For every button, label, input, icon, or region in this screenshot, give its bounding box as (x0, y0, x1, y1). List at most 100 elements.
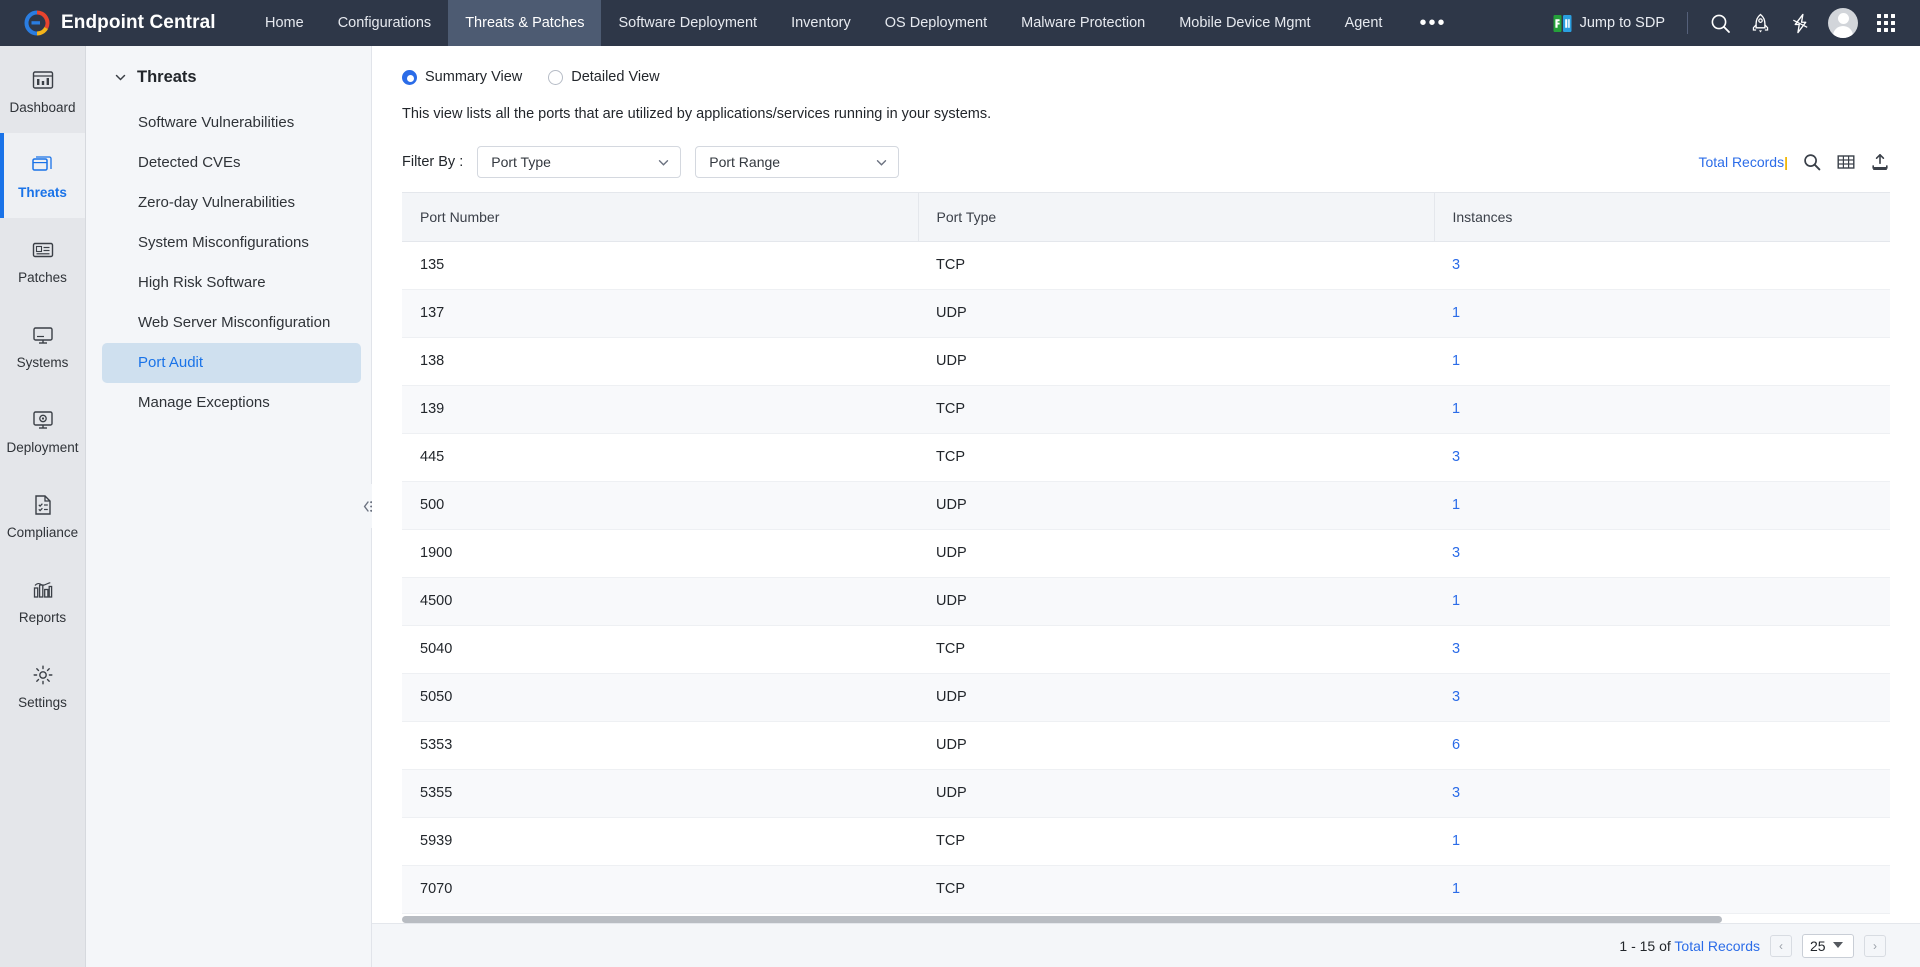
table-row[interactable]: 445 TCP 3 (402, 433, 1890, 482)
instances-link[interactable]: 1 (1452, 401, 1460, 417)
horizontal-scrollbar-thumb[interactable] (402, 915, 1722, 923)
table-row[interactable]: 1900 UDP 3 (402, 529, 1890, 578)
instances-link[interactable]: 3 (1452, 785, 1460, 801)
port-type-select[interactable]: Port Type (477, 146, 682, 179)
cell-port-number: 137 (402, 289, 918, 338)
port-range-select[interactable]: Port Range (695, 146, 900, 179)
export-icon[interactable] (1870, 152, 1890, 172)
instances-link[interactable]: 3 (1452, 257, 1460, 273)
rail-item-settings[interactable]: Settings (0, 643, 85, 728)
table-row[interactable]: 137 UDP 1 (402, 289, 1890, 338)
nav-item-agent[interactable]: Agent (1328, 0, 1400, 46)
rail-item-compliance[interactable]: Compliance (0, 473, 85, 558)
instances-link[interactable]: 3 (1452, 449, 1460, 465)
page-size-value: 25 (1810, 937, 1826, 954)
cell-instances: 1 (1434, 577, 1890, 626)
subnav-item-high-risk-software[interactable]: High Risk Software (102, 263, 361, 303)
horizontal-scrollbar[interactable] (402, 914, 1890, 924)
nav-item-mobile-device-mgmt[interactable]: Mobile Device Mgmt (1162, 0, 1327, 46)
instances-link[interactable]: 1 (1452, 593, 1460, 609)
total-records-link[interactable]: Total Records| (1698, 154, 1788, 170)
column-header-port-type[interactable]: Port Type (918, 193, 1435, 242)
rail-item-systems[interactable]: Systems (0, 303, 85, 388)
rail-item-dashboard[interactable]: Dashboard (0, 48, 85, 133)
table-row[interactable]: 138 UDP 1 (402, 337, 1890, 386)
subnav-item-software-vulnerabilities[interactable]: Software Vulnerabilities (102, 103, 361, 143)
pagination-prev-button[interactable]: ‹ (1770, 934, 1792, 957)
nav-item-software-deployment[interactable]: Software Deployment (601, 0, 774, 46)
rocket-icon[interactable] (1740, 3, 1780, 43)
instances-link[interactable]: 1 (1452, 881, 1460, 897)
column-settings-icon[interactable] (1836, 152, 1856, 172)
rail-label-compliance: Compliance (6, 524, 79, 540)
rail-label-threats: Threats (18, 184, 67, 200)
nav-item-threats-and-patches[interactable]: Threats & Patches (448, 0, 602, 46)
table-row[interactable]: 4500 UDP 1 (402, 577, 1890, 626)
systems-icon (30, 322, 56, 348)
subnav-item-detected-cves[interactable]: Detected CVEs (102, 143, 361, 183)
column-header-port-number[interactable]: Port Number (402, 193, 919, 242)
nav-more-icon[interactable]: ••• (1399, 0, 1466, 46)
cell-port-number: 445 (402, 433, 918, 482)
page-size-select[interactable]: 25 (1802, 933, 1854, 958)
table-row[interactable]: 5939 TCP 1 (402, 817, 1890, 866)
cell-instances: 1 (1434, 337, 1890, 386)
instances-link[interactable]: 1 (1452, 305, 1460, 321)
table-row[interactable]: 500 UDP 1 (402, 481, 1890, 530)
rail-item-patches[interactable]: Patches (0, 218, 85, 303)
instances-link[interactable]: 6 (1452, 737, 1460, 753)
radio-summary-view[interactable]: Summary View (402, 69, 522, 85)
table-row[interactable]: 5040 TCP 3 (402, 625, 1890, 674)
column-header-instances[interactable]: Instances (1434, 193, 1890, 242)
nav-item-configurations[interactable]: Configurations (321, 0, 449, 46)
subnav-item-zero-day-vulnerabilities[interactable]: Zero-day Vulnerabilities (102, 183, 361, 223)
cell-instances: 3 (1434, 769, 1890, 818)
apps-grid-icon[interactable] (1866, 3, 1906, 43)
rail-item-deployment[interactable]: Deployment (0, 388, 85, 473)
instances-link[interactable]: 1 (1452, 353, 1460, 369)
instances-link[interactable]: 3 (1452, 689, 1460, 705)
lightning-icon[interactable] (1780, 3, 1820, 43)
instances-link[interactable]: 1 (1452, 497, 1460, 513)
nav-item-os-deployment[interactable]: OS Deployment (868, 0, 1004, 46)
avatar[interactable] (1828, 8, 1858, 38)
instances-link[interactable]: 1 (1452, 833, 1460, 849)
instances-link[interactable]: 3 (1452, 641, 1460, 657)
radio-detailed-view[interactable]: Detailed View (548, 69, 660, 85)
nav-item-malware-protection[interactable]: Malware Protection (1004, 0, 1162, 46)
cell-port-number: 5050 (402, 673, 918, 722)
subnav-item-manage-exceptions[interactable]: Manage Exceptions (102, 383, 361, 423)
rail-item-reports[interactable]: Reports (0, 558, 85, 643)
cell-port-number: 500 (402, 481, 918, 530)
table-row[interactable]: 135 TCP 3 (402, 241, 1890, 290)
table-header-row: Port Number Port Type Instances (402, 193, 1890, 242)
rail-label-reports: Reports (18, 609, 67, 625)
nav-item-inventory[interactable]: Inventory (774, 0, 868, 46)
table-row[interactable]: 7070 TCP 1 (402, 865, 1890, 914)
table-row[interactable]: 5355 UDP 3 (402, 769, 1890, 818)
nav-item-home[interactable]: Home (248, 0, 321, 46)
instances-link[interactable]: 3 (1452, 545, 1460, 561)
brand[interactable]: Endpoint Central (0, 10, 248, 36)
compliance-icon (30, 492, 56, 518)
search-icon[interactable] (1802, 152, 1822, 172)
subnav-title[interactable]: Threats (86, 58, 371, 103)
subnav-item-port-audit[interactable]: Port Audit (102, 343, 361, 383)
cell-instances: 6 (1434, 721, 1890, 770)
port-audit-table: Port Number Port Type Instances 135 TCP … (402, 193, 1890, 962)
jump-to-sdp-button[interactable]: Jump to SDP (1543, 14, 1675, 33)
cell-port-type: UDP (918, 529, 1434, 578)
pagination-total-records-link[interactable]: Total Records (1674, 938, 1760, 954)
table-row[interactable]: 5353 UDP 6 (402, 721, 1890, 770)
pagination-next-button[interactable]: › (1864, 934, 1886, 957)
subnav-item-web-server-misconfiguration[interactable]: Web Server Misconfiguration (102, 303, 361, 343)
rail-label-settings: Settings (18, 694, 67, 710)
table-row[interactable]: 5050 UDP 3 (402, 673, 1890, 722)
search-icon[interactable] (1700, 3, 1740, 43)
reports-icon (30, 577, 56, 603)
rail-item-threats[interactable]: Threats (0, 133, 85, 218)
table-row[interactable]: 139 TCP 1 (402, 385, 1890, 434)
cell-port-type: TCP (918, 625, 1434, 674)
patches-icon (30, 237, 56, 263)
subnav-item-system-misconfigurations[interactable]: System Misconfigurations (102, 223, 361, 263)
